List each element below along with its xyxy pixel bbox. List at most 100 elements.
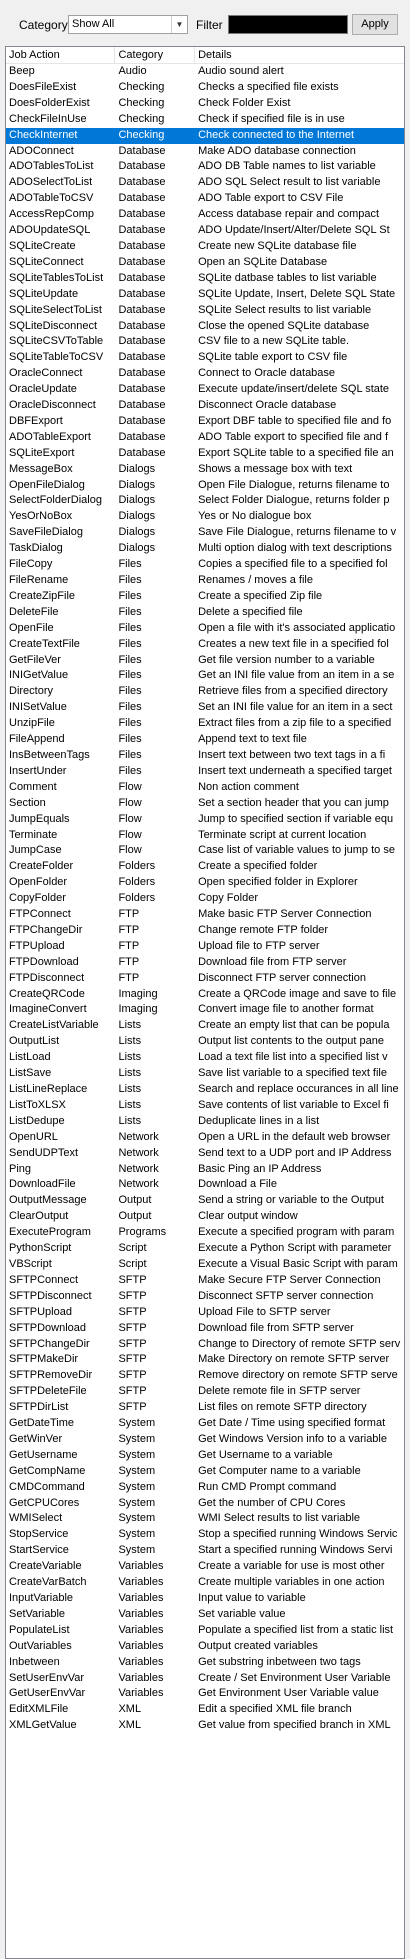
- chevron-down-icon[interactable]: ▼: [171, 16, 187, 33]
- table-row[interactable]: SFTPConnect SFTP Make Secure FTP Server Co…: [6, 1273, 404, 1289]
- table-row[interactable]: Ping Network Basic Ping an IP Address: [6, 1162, 404, 1178]
- table-row[interactable]: Directory Files Retrieve files from a spec…: [6, 684, 404, 700]
- table-row[interactable]: SQLiteUpdate Database SQLite Update, Inser…: [6, 287, 404, 303]
- table-row[interactable]: SetUserEnvVar Variables Create / Set Envir…: [6, 1671, 404, 1687]
- table-row[interactable]: OpenFolder Folders Open specified folder i…: [6, 875, 404, 891]
- table-row[interactable]: GetUsername System Get Username to a varia…: [6, 1448, 404, 1464]
- table-row[interactable]: Inbetween Variables Get substring inbetwee…: [6, 1655, 404, 1671]
- table-row[interactable]: SetVariable Variables Set variable value: [6, 1607, 404, 1623]
- table-row[interactable]: InputVariable Variables Input value to var…: [6, 1591, 404, 1607]
- table-row[interactable]: ADOSelectToList Database ADO SQL Select re…: [6, 175, 404, 191]
- table-row[interactable]: ListToXLSX Lists Save contents of list var…: [6, 1098, 404, 1114]
- table-row[interactable]: CreateZipFile Files Create a specified Zip…: [6, 589, 404, 605]
- table-row[interactable]: OutputMessage Output Send a string or vari…: [6, 1193, 404, 1209]
- table-row[interactable]: InsertUnder Files Insert text underneath a…: [6, 764, 404, 780]
- table-row[interactable]: ADOTableExport Database ADO Table export t…: [6, 430, 404, 446]
- table-row[interactable]: SFTPRemoveDir SFTP Remove directory on rem…: [6, 1368, 404, 1384]
- table-row[interactable]: SQLiteSelectToList Database SQLite Select …: [6, 303, 404, 319]
- table-row[interactable]: StopService System Stop a specified runnin…: [6, 1527, 404, 1543]
- table-row[interactable]: JumpEquals Flow Jump to specified section …: [6, 812, 404, 828]
- table-row[interactable]: ADOTablesToList Database ADO DB Table name…: [6, 159, 404, 175]
- table-row[interactable]: SendUDPText Network Send text to a UDP por…: [6, 1146, 404, 1162]
- table-row[interactable]: SFTPDeleteFile SFTP Delete remote file in …: [6, 1384, 404, 1400]
- table-row[interactable]: ADOConnect Database Make ADO database conn…: [6, 144, 404, 160]
- table-row[interactable]: DownloadFile Network Download a File: [6, 1177, 404, 1193]
- table-row[interactable]: ExecuteProgram Programs Execute a specifie…: [6, 1225, 404, 1241]
- table-row[interactable]: VBScript Script Execute a Visual Basic Scr…: [6, 1257, 404, 1273]
- table-row[interactable]: SQLiteTableToCSV Database SQLite table exp…: [6, 350, 404, 366]
- category-dropdown[interactable]: Show All ▼: [68, 15, 188, 34]
- table-row[interactable]: XMLGetValue XML Get value from specified b…: [6, 1718, 404, 1734]
- table-row[interactable]: CheckInternet Checking Check connected to …: [6, 127, 404, 144]
- table-row[interactable]: ADOTableToCSV Database ADO Table export to…: [6, 191, 404, 207]
- table-row[interactable]: GetFileVer Files Get file version number t…: [6, 653, 404, 669]
- table-row[interactable]: GetWinVer System Get Windows Version info …: [6, 1432, 404, 1448]
- table-row[interactable]: PythonScript Script Execute a Python Scrip…: [6, 1241, 404, 1257]
- table-row[interactable]: SQLiteCreate Database Create new SQLite da…: [6, 239, 404, 255]
- table-row[interactable]: CreateVariable Variables Create a variable…: [6, 1559, 404, 1575]
- table-row[interactable]: GetDateTime System Get Date / Time using s…: [6, 1416, 404, 1432]
- table-row[interactable]: FTPDisconnect FTP Disconnect FTP server co…: [6, 971, 404, 987]
- table-row[interactable]: WMISelect System WMI Select results to lis…: [6, 1511, 404, 1527]
- table-row[interactable]: OpenFileDialog Dialogs Open File Dialogue,…: [6, 478, 404, 494]
- table-row[interactable]: PopulateList Variables Populate a specifie…: [6, 1623, 404, 1639]
- table-row[interactable]: CreateTextFile Files Creates a new text fi…: [6, 637, 404, 653]
- table-row[interactable]: SQLiteDisconnect Database Close the opened…: [6, 319, 404, 335]
- table-row[interactable]: DoesFolderExist Checking Check Folder Exis…: [6, 96, 404, 112]
- table-row[interactable]: Comment Flow Non action comment: [6, 780, 404, 796]
- table-row[interactable]: InsBetweenTags Files Insert text between t…: [6, 748, 404, 764]
- table-row[interactable]: FTPChangeDir FTP Change remote FTP folder: [6, 923, 404, 939]
- table-row[interactable]: OracleConnect Database Connect to Oracle d…: [6, 366, 404, 382]
- table-row[interactable]: SelectFolderDialog Dialogs Select Folder D…: [6, 493, 404, 509]
- table-row[interactable]: FileCopy Files Copies a specified file to …: [6, 557, 404, 573]
- table-row[interactable]: CreateQRCode Imaging Create a QRCode image…: [6, 987, 404, 1003]
- table-row[interactable]: CheckFileInUse Checking Check if specified…: [6, 112, 404, 128]
- table-row[interactable]: Beep Audio Audio sound alert: [6, 64, 404, 80]
- table-row[interactable]: INISetValue Files Set an INI file value fo…: [6, 700, 404, 716]
- table-row[interactable]: OpenFile Files Open a file with it's assoc…: [6, 621, 404, 637]
- table-row[interactable]: CMDCommand System Run CMD Prompt command: [6, 1480, 404, 1496]
- table-row[interactable]: DBFExport Database Export DBF table to spe…: [6, 414, 404, 430]
- table-row[interactable]: UnzipFile Files Extract files from a zip f…: [6, 716, 404, 732]
- table-row[interactable]: ListLineReplace Lists Search and replace o…: [6, 1082, 404, 1098]
- table-row[interactable]: FileRename Files Renames / moves a file: [6, 573, 404, 589]
- column-header-job-action[interactable]: Job Action: [6, 47, 116, 63]
- table-row[interactable]: CreateVarBatch Variables Create multiple v…: [6, 1575, 404, 1591]
- job-action-list[interactable]: Job Action Category Details Beep Audio Aud…: [5, 46, 405, 1959]
- table-row[interactable]: OracleUpdate Database Execute update/inser…: [6, 382, 404, 398]
- table-row[interactable]: SaveFileDialog Dialogs Save File Dialogue,…: [6, 525, 404, 541]
- table-row[interactable]: SFTPChangeDir SFTP Change to Directory of …: [6, 1337, 404, 1353]
- table-row[interactable]: SQLiteConnect Database Open an SQLite Data…: [6, 255, 404, 271]
- filter-input[interactable]: [228, 15, 348, 34]
- table-row[interactable]: TaskDialog Dialogs Multi option dialog wit…: [6, 541, 404, 557]
- table-row[interactable]: ClearOutput Output Clear output window: [6, 1209, 404, 1225]
- table-row[interactable]: CreateFolder Folders Create a specified fo…: [6, 859, 404, 875]
- table-row[interactable]: ListLoad Lists Load a text file list into …: [6, 1050, 404, 1066]
- table-row[interactable]: CopyFolder Folders Copy Folder: [6, 891, 404, 907]
- table-row[interactable]: ListDedupe Lists Deduplicate lines in a li…: [6, 1114, 404, 1130]
- table-row[interactable]: DeleteFile Files Delete a specified file: [6, 605, 404, 621]
- table-row[interactable]: SQLiteTablesToList Database SQLite datbase…: [6, 271, 404, 287]
- table-row[interactable]: ADOUpdateSQL Database ADO Update/Insert/Al…: [6, 223, 404, 239]
- table-row[interactable]: StartService System Start a specified runn…: [6, 1543, 404, 1559]
- table-row[interactable]: AccessRepComp Database Access database rep…: [6, 207, 404, 223]
- table-row[interactable]: GetUserEnvVar Variables Get Environment Us…: [6, 1686, 404, 1702]
- table-row[interactable]: MessageBox Dialogs Shows a message box wit…: [6, 462, 404, 478]
- table-row[interactable]: CreateListVariable Lists Create an empty l…: [6, 1018, 404, 1034]
- apply-button[interactable]: Apply: [352, 14, 398, 35]
- table-row[interactable]: OutputList Lists Output list contents to t…: [6, 1034, 404, 1050]
- table-row[interactable]: Terminate Flow Terminate script at current…: [6, 828, 404, 844]
- table-row[interactable]: DoesFileExist Checking Checks a specified …: [6, 80, 404, 96]
- table-row[interactable]: YesOrNoBox Dialogs Yes or No dialogue box: [6, 509, 404, 525]
- table-row[interactable]: SFTPDirList SFTP List files on remote SFTP…: [6, 1400, 404, 1416]
- column-header-details[interactable]: Details: [195, 47, 404, 63]
- table-row[interactable]: SFTPDownload SFTP Download file from SFTP …: [6, 1321, 404, 1337]
- table-row[interactable]: GetCPUCores System Get the number of CPU C…: [6, 1496, 404, 1512]
- table-row[interactable]: SFTPDisconnect SFTP Disconnect SFTP server…: [6, 1289, 404, 1305]
- table-row[interactable]: ImagineConvert Imaging Convert image file …: [6, 1002, 404, 1018]
- table-row[interactable]: OutVariables Variables Output created vari…: [6, 1639, 404, 1655]
- table-row[interactable]: GetCompName System Get Computer name to a …: [6, 1464, 404, 1480]
- table-row[interactable]: SFTPMakeDir SFTP Make Directory on remote …: [6, 1352, 404, 1368]
- table-row[interactable]: JumpCase Flow Case list of variable values…: [6, 843, 404, 859]
- table-row[interactable]: OracleDisconnect Database Disconnect Oracl…: [6, 398, 404, 414]
